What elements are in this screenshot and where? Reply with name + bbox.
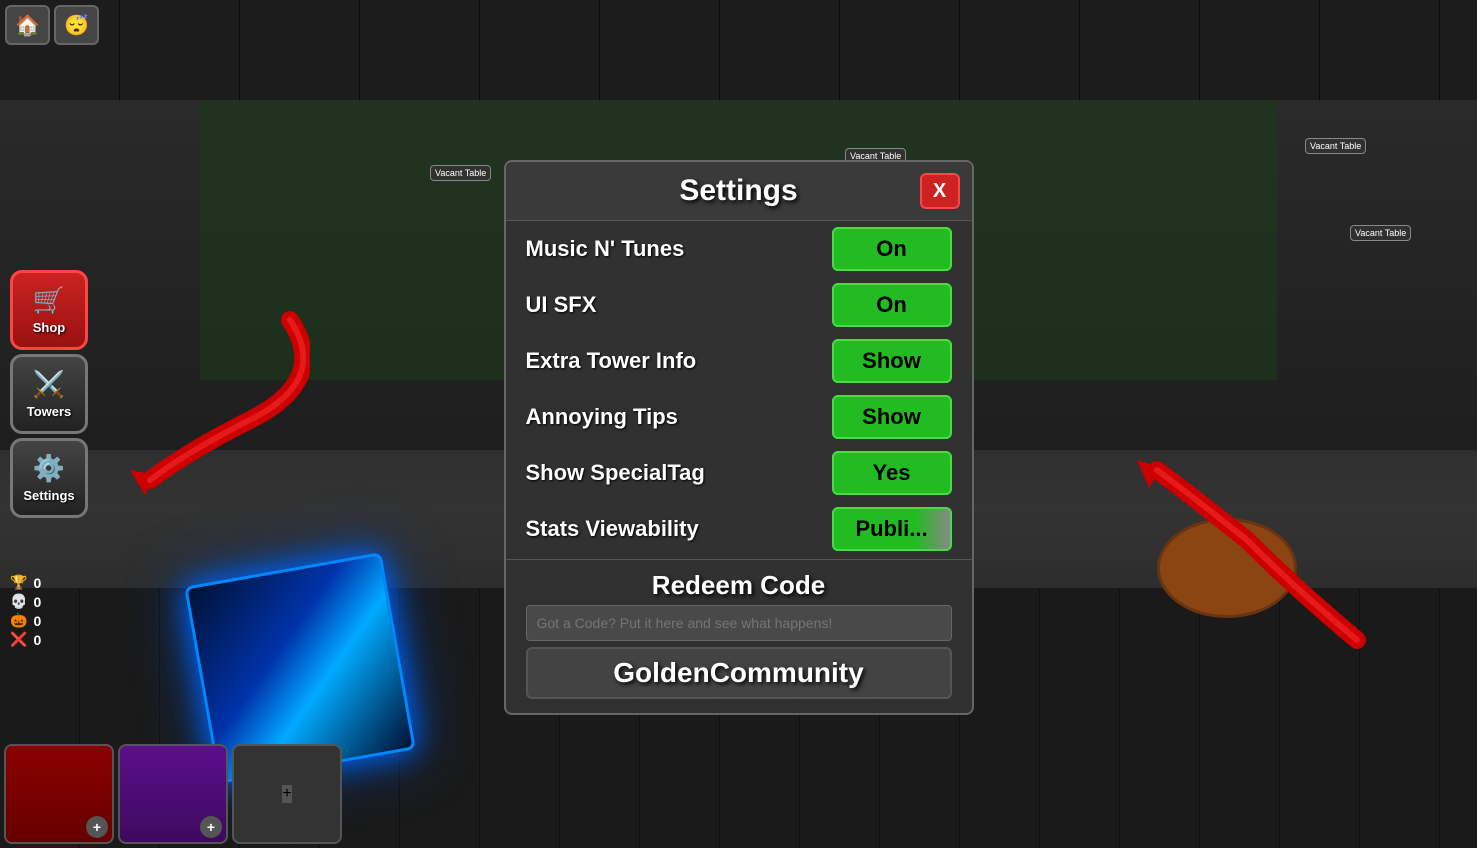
skull-icon: 💀 bbox=[10, 593, 27, 610]
sfx-value-btn[interactable]: On bbox=[832, 283, 952, 327]
char-plus-1[interactable]: + bbox=[86, 816, 108, 838]
settings-icon: ⚙️ bbox=[33, 453, 65, 484]
shop-icon: 🛒 bbox=[33, 285, 65, 316]
stat-skulls: 💀 0 bbox=[10, 593, 41, 610]
stat-x: ❌ 0 bbox=[10, 631, 41, 648]
redeem-title: Redeem Code bbox=[526, 570, 952, 601]
home-icon[interactable]: 🏠 bbox=[5, 5, 50, 45]
settings-row-special-tag: Show SpecialTag Yes bbox=[506, 445, 972, 501]
x-icon: ❌ bbox=[10, 631, 27, 648]
modal-close-button[interactable]: X bbox=[920, 173, 960, 209]
music-value-btn[interactable]: On bbox=[832, 227, 952, 271]
char-plus-3[interactable]: + bbox=[282, 785, 291, 803]
tips-label: Annoying Tips bbox=[526, 404, 678, 430]
trophy-value: 0 bbox=[33, 575, 41, 591]
settings-row-tower-info: Extra Tower Info Show bbox=[506, 333, 972, 389]
tower-info-label: Extra Tower Info bbox=[526, 348, 697, 374]
tips-value-btn[interactable]: Show bbox=[832, 395, 952, 439]
towers-label: Towers bbox=[27, 404, 72, 419]
settings-row-stats-view: Stats Viewability Publi... bbox=[506, 501, 972, 557]
stats-view-label: Stats Viewability bbox=[526, 516, 699, 542]
music-label: Music N' Tunes bbox=[526, 236, 685, 262]
shop-label: Shop bbox=[33, 320, 66, 335]
stat-trophies: 🏆 0 bbox=[10, 574, 41, 591]
settings-row-music: Music N' Tunes On bbox=[506, 221, 972, 277]
modal-header: Settings X bbox=[506, 162, 972, 221]
settings-row-tips: Annoying Tips Show bbox=[506, 389, 972, 445]
towers-icon: ⚔️ bbox=[33, 369, 65, 400]
vacant-sign-4: Vacant Table bbox=[1350, 225, 1411, 241]
modal-title: Settings bbox=[679, 174, 797, 208]
sidebar-btn-towers[interactable]: ⚔️ Towers bbox=[10, 354, 88, 434]
vacant-sign-3: Vacant Table bbox=[1305, 138, 1366, 154]
special-tag-label: Show SpecialTag bbox=[526, 460, 705, 486]
bottom-cards: + + + bbox=[0, 740, 346, 848]
bottom-stats: 🏆 0 💀 0 🎃 0 ❌ 0 bbox=[10, 574, 41, 648]
modal-divider bbox=[506, 559, 972, 560]
tower-info-value-btn[interactable]: Show bbox=[832, 339, 952, 383]
skull-value: 0 bbox=[33, 594, 41, 610]
stats-view-value-btn[interactable]: Publi... bbox=[832, 507, 952, 551]
settings-modal: Settings X Music N' Tunes On UI SFX On E… bbox=[504, 160, 974, 715]
stat-pumpkin: 🎃 0 bbox=[10, 612, 41, 629]
special-tag-value-btn[interactable]: Yes bbox=[832, 451, 952, 495]
char-card-2[interactable]: + bbox=[118, 744, 228, 844]
settings-row-sfx: UI SFX On bbox=[506, 277, 972, 333]
sidebar-btn-settings[interactable]: ⚙️ Settings bbox=[10, 438, 88, 518]
pumpkin-value: 0 bbox=[33, 613, 41, 629]
sleep-icon[interactable]: 😴 bbox=[54, 5, 99, 45]
redeem-section: Redeem Code GoldenCommunity bbox=[506, 562, 972, 703]
pumpkin-icon: 🎃 bbox=[10, 612, 27, 629]
redeem-input[interactable] bbox=[526, 605, 952, 641]
top-left-icons: 🏠 😴 bbox=[5, 5, 99, 45]
sidebar: 🛒 Shop ⚔️ Towers ⚙️ Settings bbox=[10, 270, 88, 518]
sfx-label: UI SFX bbox=[526, 292, 597, 318]
table-right bbox=[1157, 518, 1297, 618]
char-card-1[interactable]: + bbox=[4, 744, 114, 844]
redeem-code-display[interactable]: GoldenCommunity bbox=[526, 647, 952, 699]
char-card-3[interactable]: + bbox=[232, 744, 342, 844]
settings-label: Settings bbox=[23, 488, 74, 503]
x-value: 0 bbox=[33, 632, 41, 648]
sidebar-btn-shop[interactable]: 🛒 Shop bbox=[10, 270, 88, 350]
vacant-sign-1: Vacant Table bbox=[430, 165, 491, 181]
char-plus-2[interactable]: + bbox=[200, 816, 222, 838]
trophy-icon: 🏆 bbox=[10, 574, 27, 591]
